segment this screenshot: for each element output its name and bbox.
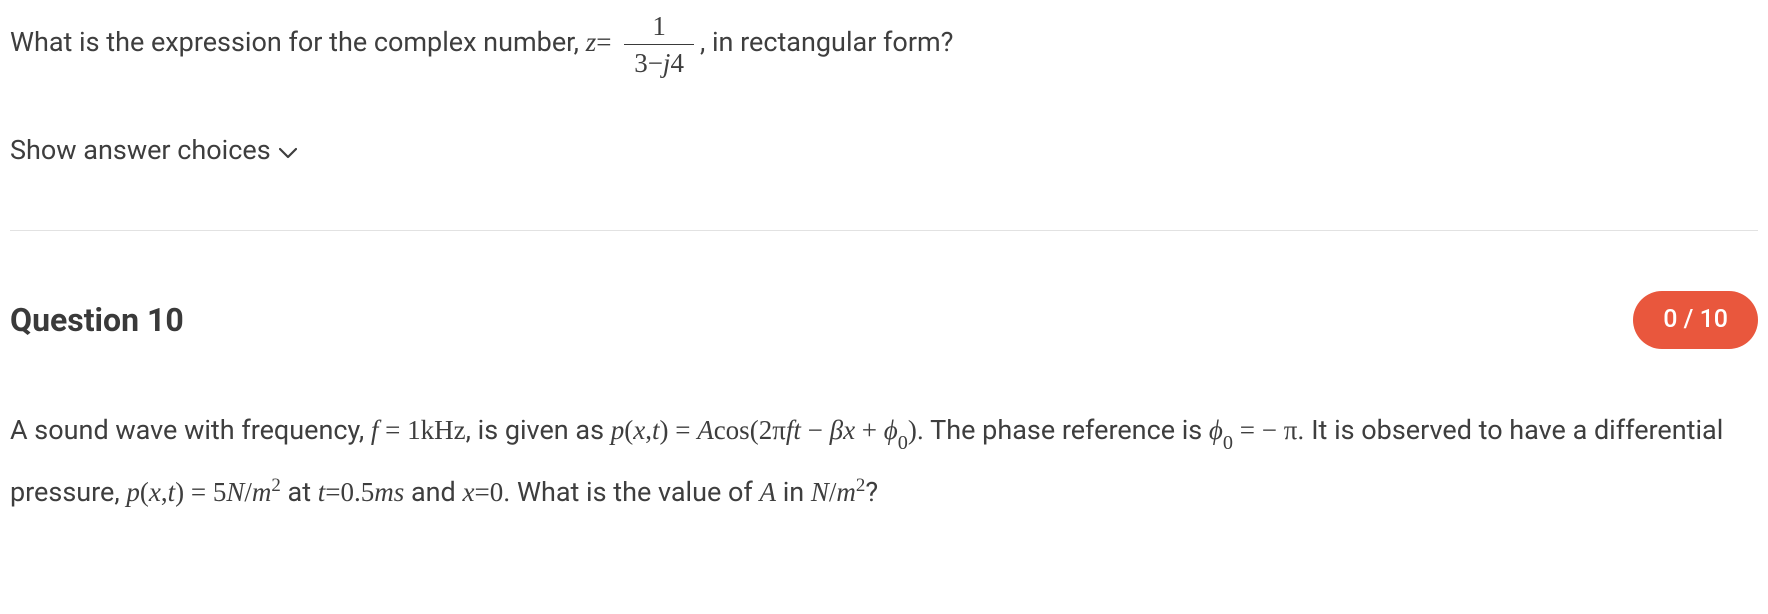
show-answer-choices-button[interactable]: Show answer choices — [10, 130, 297, 171]
question-10-header: Question 10 0 / 10 — [10, 291, 1758, 349]
question-9-text: What is the expression for the complex n… — [10, 10, 1758, 80]
fraction: 1 3−j4 — [624, 10, 694, 80]
var-z: z — [586, 27, 597, 57]
score-badge: 0 / 10 — [1633, 291, 1758, 349]
fraction-denominator: 3−j4 — [624, 45, 694, 79]
fraction-numerator: 1 — [624, 10, 694, 45]
show-choices-label: Show answer choices — [10, 130, 271, 171]
chevron-down-icon — [279, 130, 297, 171]
question-10-text: A sound wave with frequency, f = 1kHz, i… — [10, 399, 1758, 523]
q9-text-before: What is the expression for the complex n… — [10, 26, 586, 58]
question-10-heading: Question 10 — [10, 296, 184, 344]
question-divider — [10, 230, 1758, 231]
q9-text-after: , in rectangular form? — [700, 26, 953, 58]
